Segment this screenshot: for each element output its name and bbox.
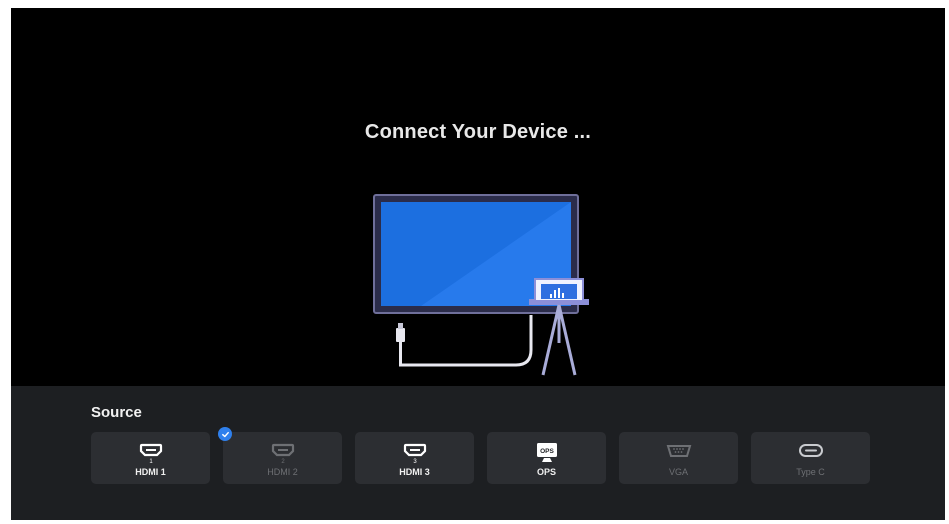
vga-icon [666,445,691,457]
cable-illustration [396,315,533,367]
hdmi-icon: 1 [139,443,162,464]
source-panel-title: Source [91,404,142,421]
source-label: OPS [536,467,556,477]
source-hdmi-2[interactable]: 2 HDMI 2 [218,427,342,484]
type-c-icon [798,444,823,457]
source-panel: Source 1 HDMI 1 2 HDMI 2 3 HDMI 3 OPS OP… [11,386,945,520]
source-label: HDMI 3 [399,467,430,477]
selected-check-icon [218,427,232,441]
tv-screen: Connect Your Device ... Source 1 HDMI 1 … [11,8,945,520]
source-label: Type C [796,467,825,477]
source-ops[interactable]: OPS OPS [487,432,606,484]
source-label: HDMI 2 [267,467,298,477]
hdmi-icon: 2 [271,443,294,464]
port-number: 1 [149,459,153,464]
port-number: 3 [413,459,417,464]
connect-device-illustration [373,194,589,376]
ops-icon-text: OPS [540,448,554,455]
source-hdmi-1[interactable]: 1 HDMI 1 [91,432,210,484]
source-hdmi-3[interactable]: 3 HDMI 3 [355,432,474,484]
hdmi-icon: 3 [403,443,426,464]
source-label: VGA [668,467,688,477]
connect-device-title: Connect Your Device ... [364,121,592,143]
ops-icon: OPS [536,443,557,462]
source-list: 1 HDMI 1 2 HDMI 2 3 HDMI 3 OPS OPS VGA T… [91,427,870,484]
source-label: HDMI 1 [135,467,166,477]
source-vga[interactable]: VGA [619,432,738,484]
source-type-c[interactable]: Type C [751,432,870,484]
laptop-illustration [529,278,589,376]
port-number: 2 [281,459,285,464]
